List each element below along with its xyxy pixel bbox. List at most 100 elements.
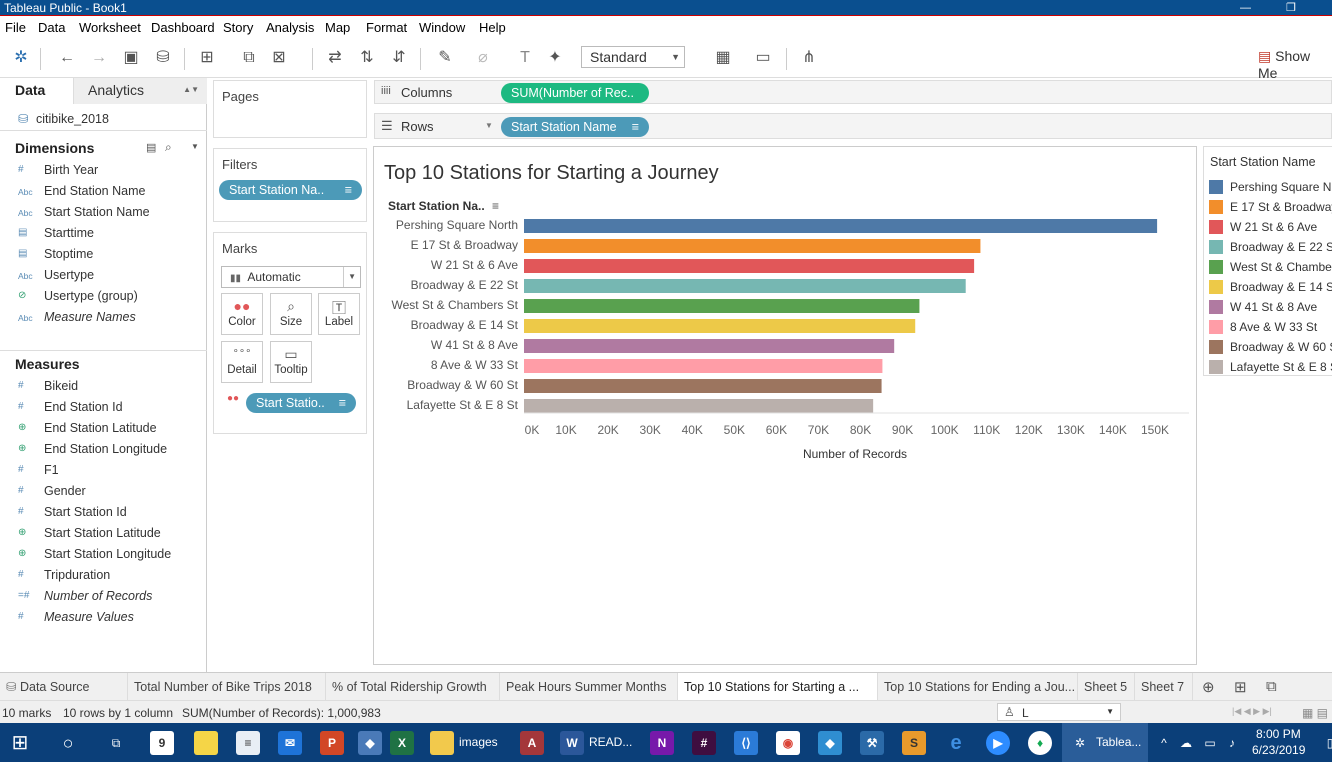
tableau-logo-icon[interactable]: ✲ [10,48,32,68]
mail-icon[interactable]: ✉ [278,731,302,755]
legend-item[interactable]: West St & Chambers [1208,257,1332,277]
highlight-icon[interactable]: ✎ [434,48,456,68]
app-diamond-icon[interactable]: ◆ [818,731,842,755]
app-icon[interactable]: ◆ [358,731,382,755]
undo-icon[interactable]: ← [56,48,78,68]
file-explorer-icon[interactable] [430,731,454,755]
mongodb-icon[interactable]: ♦ [1028,731,1052,755]
menu-map[interactable]: Map [325,20,350,35]
category-label[interactable]: Pershing Square North [396,218,518,232]
bar[interactable] [524,259,975,273]
menu-file[interactable]: File [5,20,26,35]
category-label[interactable]: Broadway & W 60 St [407,378,518,392]
field-item[interactable]: # Bikeid [0,377,205,398]
maximize-icon[interactable]: ❐ [1286,0,1296,16]
user-dropdown[interactable]: ♙ L ▼ [997,703,1121,721]
y-axis-header[interactable]: Start Station Na.. [388,199,485,213]
labels-icon[interactable]: T [514,48,536,68]
calendar-icon[interactable]: 9 [150,731,174,755]
legend-item[interactable]: Lafayette St & E 8 S [1208,357,1332,375]
legend-item[interactable]: W 41 St & 8 Ave [1208,297,1332,317]
field-item[interactable]: # Start Station Id [0,503,205,524]
explorer-label[interactable]: images [459,735,498,749]
color-button[interactable]: ●● Color [221,293,263,335]
clock-date[interactable]: 6/23/2019 [1252,743,1305,757]
menu-analysis[interactable]: Analysis [266,20,314,35]
field-item[interactable]: # Tripduration [0,566,205,587]
datasource-item[interactable]: ⛁ citibike_2018 [18,111,109,126]
volume-icon[interactable]: ♪ [1220,731,1244,755]
legend-item[interactable]: 8 Ave & W 33 St [1208,317,1332,337]
field-item[interactable]: ⊕ Start Station Longitude [0,545,205,566]
show-me-button[interactable]: ▤ Show Me [1258,48,1332,81]
sheet-tab[interactable]: Total Number of Bike Trips 2018 [128,673,326,701]
field-item[interactable]: ⊕ End Station Latitude [0,419,205,440]
powerpoint-icon[interactable]: P [320,731,344,755]
group-icon[interactable]: ⌀ [472,48,494,68]
chevron-up-icon[interactable]: ^ [1152,731,1176,755]
field-item[interactable]: ⊘ Usertype (group) [0,287,205,308]
field-item[interactable]: =# Number of Records [0,587,205,608]
edge-icon[interactable]: e [944,731,968,755]
bar[interactable] [524,239,981,253]
clear-sheet-icon[interactable]: ⊠ [268,48,290,68]
rows-pill[interactable]: Start Station Name ≡ [501,117,649,137]
sheet-tab[interactable]: Peak Hours Summer Months [500,673,678,701]
duplicate-sheet-icon[interactable]: ⧉ [238,48,260,68]
save-icon[interactable]: ▣ [120,48,142,68]
app-tool-icon[interactable]: ⚒ [860,731,884,755]
menu-data[interactable]: Data [38,20,65,35]
detail-button[interactable]: ∘∘∘ Detail [221,341,263,383]
sticky-notes-icon[interactable] [194,731,218,755]
onenote-icon[interactable]: N [650,731,674,755]
bar[interactable] [524,279,966,293]
columns-shelf[interactable]: iiii Columns SUM(Number of Rec.. [374,80,1332,104]
mark-type-dropdown[interactable]: ▮▮ Automatic ▼ [221,266,361,288]
sort-ascending-icon[interactable]: ⇅ [356,48,378,68]
size-button[interactable]: ⌕ Size [270,293,312,335]
field-item[interactable]: # End Station Id [0,398,205,419]
swap-icon[interactable]: ⇄ [324,48,346,68]
notifications-icon[interactable]: ▯ [1318,731,1332,755]
bar[interactable] [524,399,874,413]
label-button[interactable]: 🅃 Label [318,293,360,335]
clock-time[interactable]: 8:00 PM [1256,727,1301,741]
bar[interactable] [524,319,916,333]
legend-item[interactable]: Broadway & E 14 St [1208,277,1332,297]
pin-icon[interactable]: ✦ [544,48,566,68]
field-item[interactable]: # F1 [0,461,205,482]
minimize-icon[interactable]: — [1240,0,1251,16]
battery-icon[interactable]: ▭ [1198,731,1222,755]
category-label[interactable]: W 41 St & 8 Ave [431,338,518,352]
word-label[interactable]: READ... [589,735,632,749]
filter-pill[interactable]: Start Station Na.. ≡ [219,180,362,200]
legend-item[interactable]: E 17 St & Broadway [1208,197,1332,217]
grid-view-icon[interactable]: ▦ ▤ [1302,706,1328,720]
filters-card[interactable]: Filters Start Station Na.. ≡ [213,148,367,222]
sheet-tab[interactable]: Sheet 5 [1078,673,1135,701]
bar[interactable] [524,379,882,393]
field-item[interactable]: # Gender [0,482,205,503]
tab-analytics[interactable]: Analytics ▲▼ [73,78,207,104]
new-dashboard-icon[interactable]: ⊞ [1234,678,1247,696]
zoom-icon[interactable]: ▶ [986,731,1010,755]
field-item[interactable]: ▤ Starttime [0,224,205,245]
task-view-icon[interactable]: ⧉ [104,731,128,755]
menu-help[interactable]: Help [479,20,506,35]
fit-dropdown[interactable]: Standard ▼ [581,46,685,68]
word-icon[interactable]: W [560,731,584,755]
cloud-icon[interactable]: ☁ [1174,731,1198,755]
sort-descending-icon[interactable]: ⇵ [388,48,410,68]
view-list-icon[interactable]: ▤ [146,141,156,154]
sheet-tab[interactable]: Sheet 7 [1135,673,1193,701]
new-datasource-icon[interactable]: ⛁ [152,48,174,68]
field-item[interactable]: Abc Measure Names [0,308,205,329]
new-worksheet-icon[interactable]: ⊕ [1202,678,1215,696]
bar[interactable] [524,299,920,313]
category-label[interactable]: West St & Chambers St [392,298,519,312]
menu-dashboard[interactable]: Dashboard [151,20,215,35]
sheet-tab[interactable]: Top 10 Stations for Ending a Jou... [878,673,1078,701]
columns-pill[interactable]: SUM(Number of Rec.. [501,83,649,103]
excel-icon[interactable]: X [390,731,414,755]
field-item[interactable]: # Birth Year [0,161,205,182]
